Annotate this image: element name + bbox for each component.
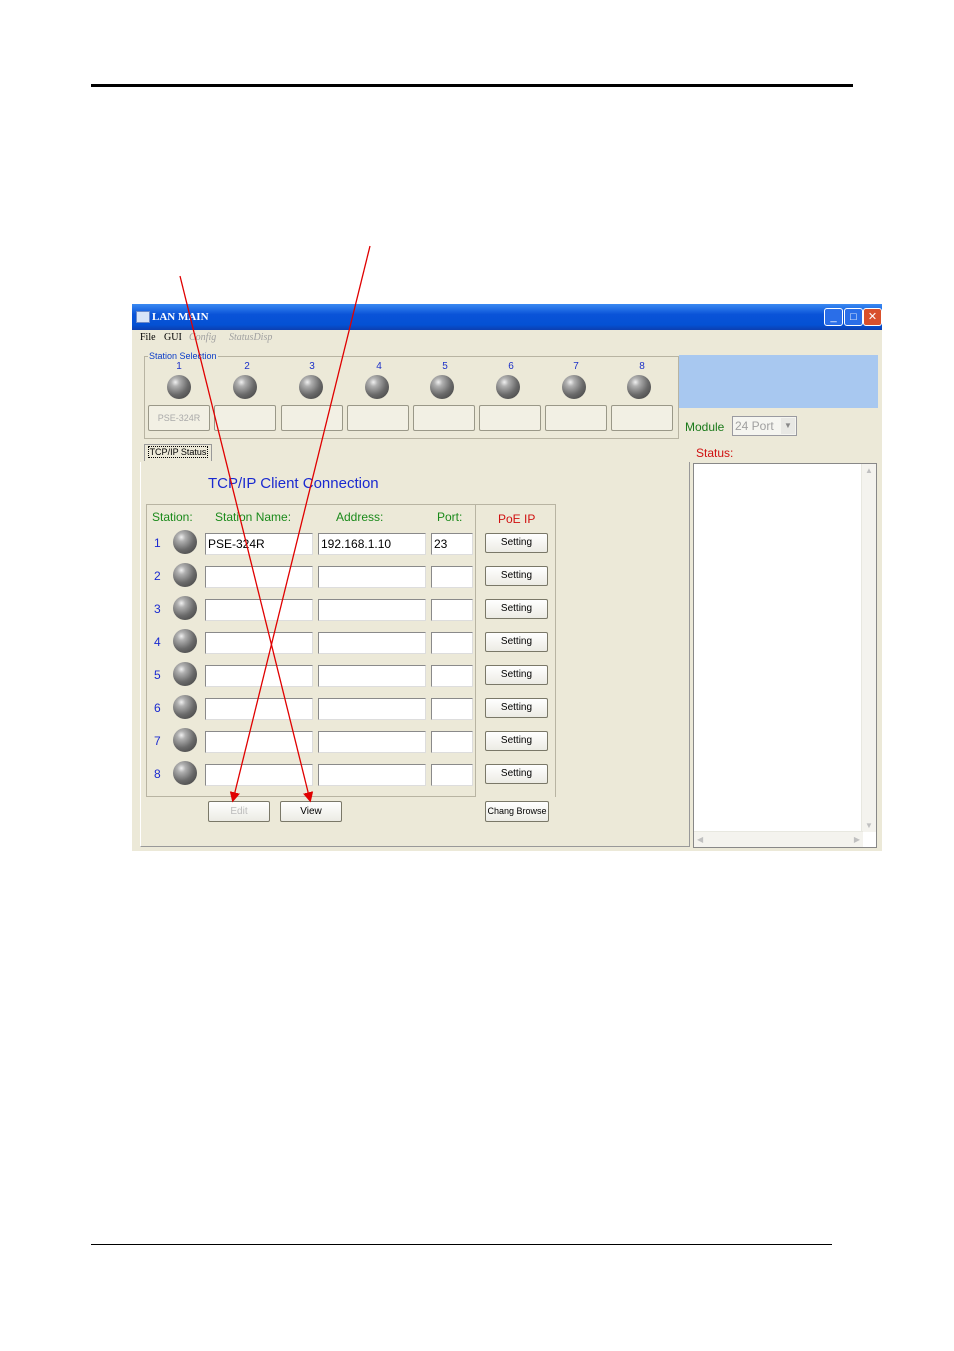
annotation-arrows [179, 245, 371, 803]
arrow-to-view-button [179, 275, 314, 803]
page-bottom-rule [91, 1244, 832, 1245]
arrow-to-edit-button [229, 245, 371, 803]
